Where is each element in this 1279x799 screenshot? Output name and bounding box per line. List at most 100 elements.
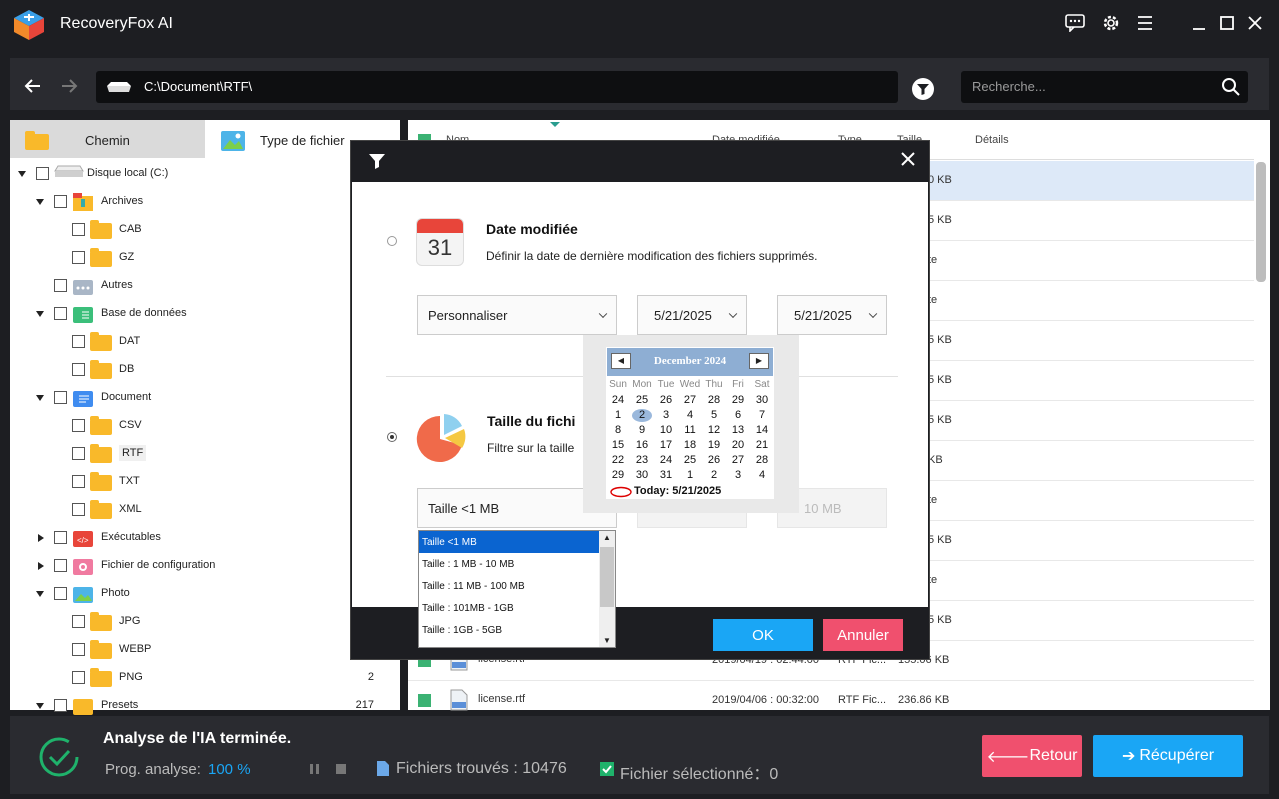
calendar-day[interactable]: 31	[654, 469, 678, 481]
calendar-day[interactable]: 24	[654, 454, 678, 466]
tree-item[interactable]: Autres	[10, 276, 390, 296]
expand-down-icon[interactable]	[36, 591, 44, 597]
dropdown-scrollbar[interactable]: ▲ ▼	[599, 531, 615, 647]
size-option[interactable]: Taille : 1 MB - 10 MB	[419, 553, 599, 575]
calendar-day[interactable]: 14	[750, 424, 774, 436]
tree-checkbox[interactable]	[54, 391, 67, 404]
calendar-day[interactable]: 1	[606, 409, 630, 421]
tree-item[interactable]: Presets 217	[10, 696, 390, 716]
calendar-day[interactable]: 15	[606, 439, 630, 451]
calendar-day[interactable]: 23	[630, 454, 654, 466]
date-filter-radio[interactable]	[387, 236, 397, 246]
tree-checkbox[interactable]	[72, 447, 85, 460]
expand-down-icon[interactable]	[36, 395, 44, 401]
tree-checkbox[interactable]	[54, 559, 67, 572]
calendar-day[interactable]: 11	[678, 424, 702, 436]
expand-down-icon[interactable]	[36, 703, 44, 709]
tree-item[interactable]: Disque local (C:)1	[10, 164, 390, 184]
calendar-day[interactable]: 24	[606, 394, 630, 406]
date-mode-select[interactable]: Personnaliser	[417, 295, 617, 335]
calendar-day[interactable]: 5	[702, 409, 726, 421]
calendar-day[interactable]: 26	[654, 394, 678, 406]
recover-button[interactable]: ➔ Récupérer	[1093, 735, 1243, 777]
tree-item[interactable]: XML	[10, 500, 390, 520]
calendar-day[interactable]: 2	[632, 409, 652, 422]
calendar-day[interactable]: 4	[750, 469, 774, 481]
ok-button[interactable]: OK	[713, 619, 813, 651]
size-dropdown-list[interactable]: Taille <1 MB Taille : 1 MB - 10 MB Taille …	[418, 530, 616, 648]
table-row[interactable]: license.rtf 2019/04/06 : 00:32:00 RTF Fi…	[408, 681, 1254, 721]
close-icon[interactable]	[1242, 10, 1268, 36]
tree-item[interactable]: JPG	[10, 612, 390, 632]
settings-gear-icon[interactable]	[1098, 10, 1124, 36]
scroll-down-icon[interactable]: ▼	[603, 636, 611, 645]
tree-item[interactable]: Photo	[10, 584, 390, 604]
tree-checkbox[interactable]	[72, 671, 85, 684]
tree-item[interactable]: CAB	[10, 220, 390, 240]
calendar-day[interactable]: 16	[630, 439, 654, 451]
calendar-day[interactable]: 22	[606, 454, 630, 466]
calendar-day[interactable]: 19	[702, 439, 726, 451]
calendar-day[interactable]: 26	[702, 454, 726, 466]
col-details[interactable]: Détails	[975, 134, 1009, 146]
calendar-day[interactable]: 2	[702, 469, 726, 481]
calendar-day[interactable]: 25	[678, 454, 702, 466]
calendar-day[interactable]: 8	[606, 424, 630, 436]
size-option[interactable]: Taille : 101MB - 1GB	[419, 597, 599, 619]
calendar-day[interactable]: 13	[726, 424, 750, 436]
size-filter-radio[interactable]	[387, 432, 397, 442]
tree-item[interactable]: Base de données	[10, 304, 390, 324]
list-scrollbar[interactable]	[1256, 162, 1266, 282]
expand-down-icon[interactable]	[18, 171, 26, 177]
cancel-button[interactable]: Annuler	[823, 619, 903, 651]
forward-arrow-icon[interactable]	[58, 75, 80, 97]
date-to-select[interactable]: 5/21/2025	[777, 295, 887, 335]
tree-checkbox[interactable]	[72, 223, 85, 236]
calendar-day[interactable]: 29	[726, 394, 750, 406]
calendar-day[interactable]: 17	[654, 439, 678, 451]
expand-down-icon[interactable]	[36, 199, 44, 205]
tree-checkbox[interactable]	[54, 531, 67, 544]
back-button[interactable]: 🡐 Retour	[982, 735, 1082, 777]
tree-item[interactable]: TXT	[10, 472, 390, 492]
tree-checkbox[interactable]	[36, 167, 49, 180]
calendar-day[interactable]: 3	[654, 409, 678, 421]
calendar-day[interactable]: 27	[726, 454, 750, 466]
tree-checkbox[interactable]	[72, 363, 85, 376]
sort-arrow-icon[interactable]	[549, 121, 561, 129]
expand-right-icon[interactable]	[38, 562, 44, 570]
next-month-icon[interactable]: ▶	[749, 353, 769, 369]
date-from-select[interactable]: 5/21/2025	[637, 295, 747, 335]
tree-checkbox[interactable]	[72, 643, 85, 656]
dropdown-scroll-thumb[interactable]	[600, 547, 614, 607]
calendar-day[interactable]: 10	[654, 424, 678, 436]
tree-checkbox[interactable]	[72, 251, 85, 264]
menu-icon[interactable]	[1132, 10, 1158, 36]
tree-checkbox[interactable]	[54, 307, 67, 320]
calendar-day[interactable]: 25	[630, 394, 654, 406]
search-icon[interactable]	[1221, 77, 1241, 97]
pause-icon[interactable]	[308, 762, 322, 776]
calendar-today[interactable]: Today: 5/21/2025	[634, 485, 721, 497]
tree-item[interactable]: </> Exécutables	[10, 528, 390, 548]
tree-item[interactable]: Fichier de configuration	[10, 556, 390, 576]
dialog-close-icon[interactable]	[900, 151, 916, 167]
tree-checkbox[interactable]	[54, 587, 67, 600]
tree-item[interactable]: DB	[10, 360, 390, 380]
calendar-day[interactable]: 20	[726, 439, 750, 451]
calendar-day[interactable]: 3	[726, 469, 750, 481]
minimize-icon[interactable]	[1186, 10, 1212, 36]
tree-item[interactable]: WEBP	[10, 640, 390, 660]
stop-icon[interactable]	[334, 762, 348, 776]
filter-icon[interactable]	[911, 77, 935, 101]
scroll-up-icon[interactable]: ▲	[603, 533, 611, 542]
tree-item[interactable]: CSV	[10, 416, 390, 436]
feedback-icon[interactable]	[1062, 10, 1088, 36]
tree-item[interactable]: RTF	[10, 444, 390, 464]
size-option[interactable]: Taille <1 MB	[419, 531, 599, 553]
row-checkbox[interactable]	[418, 694, 431, 707]
calendar-day[interactable]: 30	[750, 394, 774, 406]
tree-checkbox[interactable]	[72, 419, 85, 432]
tree-checkbox[interactable]	[54, 195, 67, 208]
back-arrow-icon[interactable]	[22, 75, 44, 97]
